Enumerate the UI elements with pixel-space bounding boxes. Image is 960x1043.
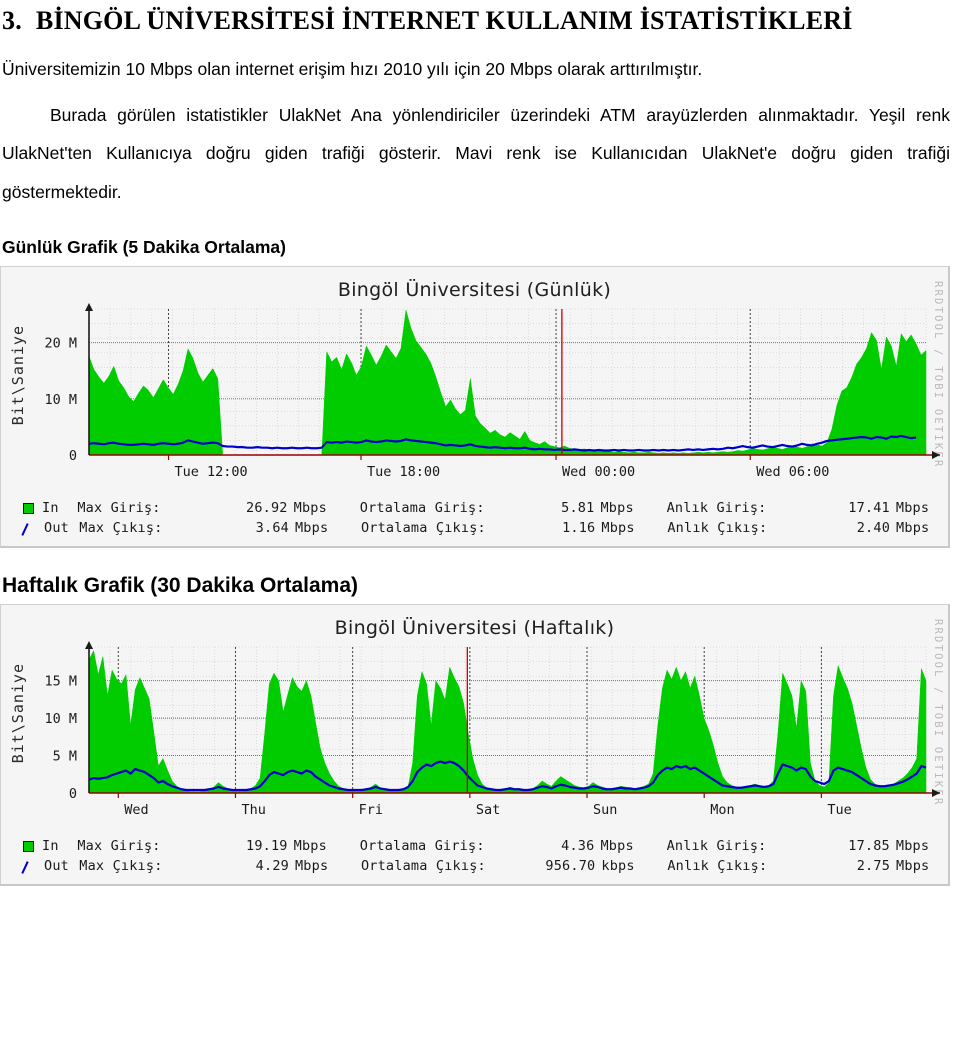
- cur-out-unit: Mbps: [896, 857, 930, 874]
- legend-swatch-in-icon: [23, 503, 34, 515]
- max-out-label: Max Çıkış:: [79, 519, 163, 536]
- svg-text:Wed 00:00: Wed 00:00: [562, 464, 635, 480]
- page-root: 3. BİNGÖL ÜNİVERSİTESİ İNTERNET KULLANIM …: [0, 6, 960, 1043]
- avg-in-value: 5.81: [561, 500, 595, 517]
- max-out-value: 4.29: [255, 857, 289, 874]
- legend-swatch-out-icon: [23, 861, 36, 872]
- legend-label-in: In: [42, 838, 59, 855]
- weekly-chart-svg: 0 5 M 10 M 15 M Wed Thu Fri Sat Sun Mon Tue: [44, 641, 940, 818]
- cur-in-label: Anlık Giriş:: [666, 838, 767, 855]
- daily-chart-svg: 0 10 M 20 M Tue 12:00 Tue 18:00 Wed 00:00 Wed …: [44, 303, 940, 480]
- svg-text:0: 0: [69, 448, 77, 464]
- daily-stats-legend: In Max Giriş: 26.92 Mbps Ortalama Giriş:…: [1, 493, 948, 546]
- avg-out-unit: kbps: [601, 857, 635, 874]
- cur-in-value: 17.41: [848, 500, 890, 517]
- svg-text:Sat: Sat: [476, 802, 500, 818]
- description-paragraph: Burada görülen istatistikler UlakNet Ana…: [2, 96, 950, 212]
- max-out-unit: Mbps: [294, 857, 329, 874]
- weekly-section-heading: Haftalık Grafik (30 Dakika Ortalama): [2, 574, 358, 598]
- svg-text:Fri: Fri: [359, 802, 383, 818]
- svg-text:10 M: 10 M: [44, 711, 77, 727]
- avg-in-unit: Mbps: [600, 838, 634, 855]
- stats-row-in: In Max Giriş: 26.92 Mbps Ortalama Giriş:…: [23, 499, 948, 519]
- intro-paragraph: Üniversitemizin 10 Mbps olan internet er…: [2, 58, 703, 79]
- cur-out-value: 2.40: [856, 519, 891, 536]
- avg-in-unit: Mbps: [600, 500, 634, 517]
- stats-row-in: In Max Giriş: 19.19 Mbps Ortalama Giriş:…: [23, 837, 948, 857]
- avg-in-label: Ortalama Giriş:: [359, 838, 485, 855]
- legend-label-in: In: [42, 500, 59, 517]
- avg-out-value: 1.16: [562, 519, 596, 536]
- daily-section-heading: Günlük Grafik (5 Dakika Ortalama): [2, 237, 286, 258]
- legend-swatch-in-icon: [23, 841, 34, 853]
- cur-out-value: 2.75: [856, 857, 891, 874]
- max-out-unit: Mbps: [294, 519, 329, 536]
- weekly-graph-title: Bingöl Üniversitesi (Haftalık): [334, 617, 615, 640]
- svg-text:Sun: Sun: [593, 802, 617, 818]
- svg-text:Mon: Mon: [710, 802, 734, 818]
- avg-out-unit: Mbps: [601, 519, 635, 536]
- svg-text:Wed: Wed: [124, 802, 148, 818]
- max-out-value: 3.64: [255, 519, 289, 536]
- avg-in-label: Ortalama Giriş:: [359, 500, 485, 517]
- cur-out-unit: Mbps: [896, 519, 930, 536]
- svg-text:Tue 18:00: Tue 18:00: [367, 464, 440, 480]
- max-in-unit: Mbps: [293, 838, 327, 855]
- daily-plot-area: 0 10 M 20 M Tue 12:00 Tue 18:00 Wed 00:00 Wed …: [1, 303, 948, 493]
- svg-text:0: 0: [69, 786, 77, 802]
- legend-swatch-out-icon: [23, 523, 36, 534]
- max-in-label: Max Giriş:: [77, 500, 161, 517]
- weekly-stats-legend: In Max Giriş: 19.19 Mbps Ortalama Giriş:…: [1, 831, 948, 884]
- svg-text:Wed 06:00: Wed 06:00: [756, 464, 829, 480]
- max-out-label: Max Çıkış:: [79, 857, 163, 874]
- cur-in-label: Anlık Giriş:: [666, 500, 767, 517]
- svg-text:Tue: Tue: [827, 802, 851, 818]
- max-in-label: Max Giriş:: [77, 838, 161, 855]
- description-text: Burada görülen istatistikler UlakNet Ana…: [2, 104, 950, 202]
- svg-text:15 M: 15 M: [44, 674, 77, 690]
- svg-text:Tue 12:00: Tue 12:00: [175, 464, 248, 480]
- avg-in-value: 4.36: [561, 838, 595, 855]
- avg-out-label: Ortalama Çıkış:: [360, 857, 486, 874]
- svg-text:Thu: Thu: [241, 802, 265, 818]
- daily-graph-panel: Bingöl Üniversitesi (Günlük) RRDTOOL / T…: [0, 266, 950, 549]
- avg-out-value: 956.70: [545, 857, 596, 874]
- max-in-value: 19.19: [246, 838, 288, 855]
- max-in-unit: Mbps: [293, 500, 327, 517]
- section-number: 3.: [2, 6, 22, 35]
- title-text: BİNGÖL ÜNİVERSİTESİ İNTERNET KULLANIM İS…: [35, 6, 853, 35]
- cur-in-unit: Mbps: [895, 838, 930, 855]
- stats-row-out: Out Max Çıkış: 4.29 Mbps Ortalama Çıkış:…: [23, 857, 948, 877]
- cur-out-label: Anlık Çıkış:: [667, 519, 768, 536]
- weekly-graph-panel: Bingöl Üniversitesi (Haftalık) RRDTOOL /…: [0, 604, 950, 887]
- stats-row-out: Out Max Çıkış: 3.64 Mbps Ortalama Çıkış:…: [23, 519, 948, 539]
- cur-in-unit: Mbps: [895, 500, 930, 517]
- page-title: 3. BİNGÖL ÜNİVERSİTESİ İNTERNET KULLANIM …: [0, 6, 960, 36]
- legend-label-out: Out: [44, 519, 69, 536]
- svg-text:20 M: 20 M: [44, 336, 77, 352]
- cur-in-value: 17.85: [848, 838, 890, 855]
- svg-text:10 M: 10 M: [44, 392, 77, 408]
- cur-out-label: Anlık Çıkış:: [667, 857, 768, 874]
- avg-out-label: Ortalama Çıkış:: [360, 519, 486, 536]
- daily-graph-title: Bingöl Üniversitesi (Günlük): [337, 279, 612, 302]
- legend-label-out: Out: [44, 857, 69, 874]
- max-in-value: 26.92: [246, 500, 288, 517]
- svg-text:5 M: 5 M: [53, 749, 77, 765]
- weekly-plot-area: 0 5 M 10 M 15 M Wed Thu Fri Sat Sun Mon Tue: [1, 641, 948, 831]
